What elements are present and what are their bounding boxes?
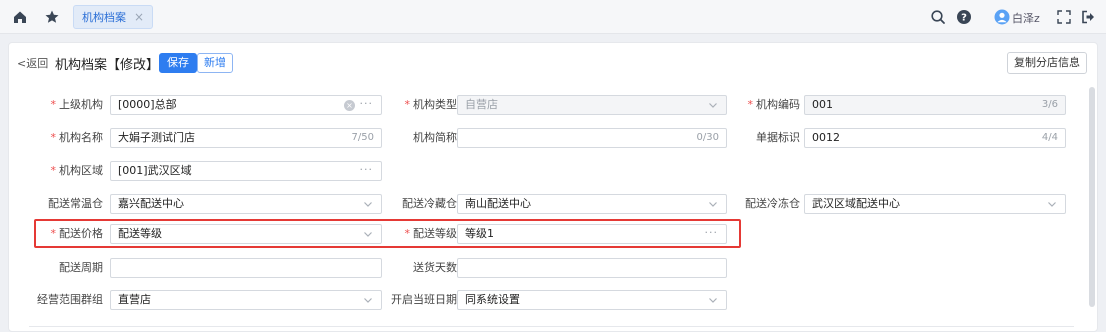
dist-level-value: 等级1 [465,227,494,240]
org-type-label: * 机构类型 [404,98,458,111]
parent-org-value: [0000]总部 [118,98,177,111]
scope-group-label: 经营范围群组 [37,293,103,306]
dist-cold-value: 南山配送中心 [465,197,531,210]
dist-cycle-label: 配送周期 [59,261,103,274]
dist-price-label: * 配送价格 [50,227,104,240]
fullscreen-icon[interactable] [1056,9,1072,25]
org-name-input[interactable]: 大娟子测试门店 7/50 [110,128,382,148]
dist-normal-label: 配送常温仓 [48,197,103,210]
page-title: 机构档案【修改】 [55,58,160,73]
org-short-input[interactable]: 0/30 [457,128,727,148]
org-type-select[interactable]: 自营店 [457,95,727,115]
save-button[interactable]: 保存 [159,53,197,73]
svg-text:?: ? [961,13,967,24]
scope-group-select[interactable]: 直营店 [110,290,382,310]
delivery-days-label: 送货天数 [413,261,457,274]
org-code-field[interactable]: 001 3/6 [804,95,1066,115]
main-card: <返回 机构档案【修改】 保存 新增 复制分店信息 * 上级机构 [0000]总部… [8,42,1098,332]
chevron-down-icon [364,232,372,237]
dist-normal-value: 嘉兴配送中心 [118,197,184,210]
divider [29,326,1074,327]
parent-org-field[interactable]: [0000]总部 × ··· [110,95,382,115]
dist-price-select[interactable]: 配送等级 [110,224,382,244]
org-short-label: 机构简称 [413,131,457,144]
org-region-field[interactable]: [001]武汉区域 ··· [110,161,382,181]
more-icon[interactable]: ··· [360,95,374,113]
org-short-count: 0/30 [696,132,719,143]
org-code-count: 3/6 [1041,99,1058,110]
shift-date-select[interactable]: 同系统设置 [457,290,727,310]
user-name[interactable]: 白泽z [1012,10,1040,26]
chevron-down-icon [709,202,717,207]
tab-close-icon[interactable]: × [134,10,144,24]
org-name-label: * 机构名称 [50,131,104,144]
org-code-label: * 机构编码 [747,98,801,111]
dist-frozen-label: 配送冷冻仓 [745,197,800,210]
copy-store-info-button[interactable]: 复制分店信息 [1007,52,1087,74]
more-icon[interactable]: ··· [705,224,719,242]
parent-org-label: * 上级机构 [50,98,104,111]
chevron-down-icon [709,298,717,303]
back-link[interactable]: <返回 [17,55,48,71]
doc-flag-input[interactable]: 0012 4/4 [804,128,1066,148]
scrollbar[interactable] [1089,87,1095,307]
dist-price-value: 配送等级 [118,227,162,240]
star-icon[interactable] [44,9,60,25]
logout-icon[interactable] [1080,9,1096,25]
org-region-value: [001]武汉区域 [118,164,192,177]
dist-level-label: * 配送等级 [404,227,458,240]
org-code-value: 001 [812,98,833,111]
doc-flag-value: 0012 [812,131,840,144]
clear-icon[interactable]: × [344,100,355,111]
chevron-down-icon [709,103,717,108]
dist-cold-select[interactable]: 南山配送中心 [457,194,727,214]
new-button[interactable]: 新增 [197,53,233,73]
doc-flag-count: 4/4 [1041,132,1058,143]
shift-date-value: 同系统设置 [465,293,520,306]
dist-frozen-select[interactable]: 武汉区域配送中心 [804,194,1066,214]
dist-frozen-value: 武汉区域配送中心 [812,197,900,210]
tab-org-archive[interactable]: 机构档案 × [73,5,154,29]
dist-cycle-input[interactable] [110,258,382,278]
dist-level-field[interactable]: 等级1 ··· [457,224,727,244]
more-icon[interactable]: ··· [360,161,374,179]
org-name-count: 7/50 [351,132,374,143]
doc-flag-label: 单据标识 [756,131,800,144]
home-icon[interactable] [12,9,28,25]
shift-date-label: 开启当班日期 [391,293,457,306]
top-bar: 机构档案 × ? 白泽z [0,0,1106,34]
help-icon[interactable]: ? [956,9,972,25]
org-name-value: 大娟子测试门店 [118,131,195,144]
search-icon[interactable] [930,9,946,25]
chevron-down-icon [364,202,372,207]
tab-label: 机构档案 [82,11,126,24]
dist-normal-select[interactable]: 嘉兴配送中心 [110,194,382,214]
delivery-days-input[interactable] [457,258,727,278]
avatar[interactable] [994,9,1010,25]
scope-group-value: 直营店 [118,293,151,306]
chevron-down-icon [1048,202,1056,207]
org-region-label: * 机构区域 [50,164,104,177]
chevron-down-icon [364,298,372,303]
dist-cold-label: 配送冷藏仓 [402,197,457,210]
org-type-value: 自营店 [465,98,498,111]
